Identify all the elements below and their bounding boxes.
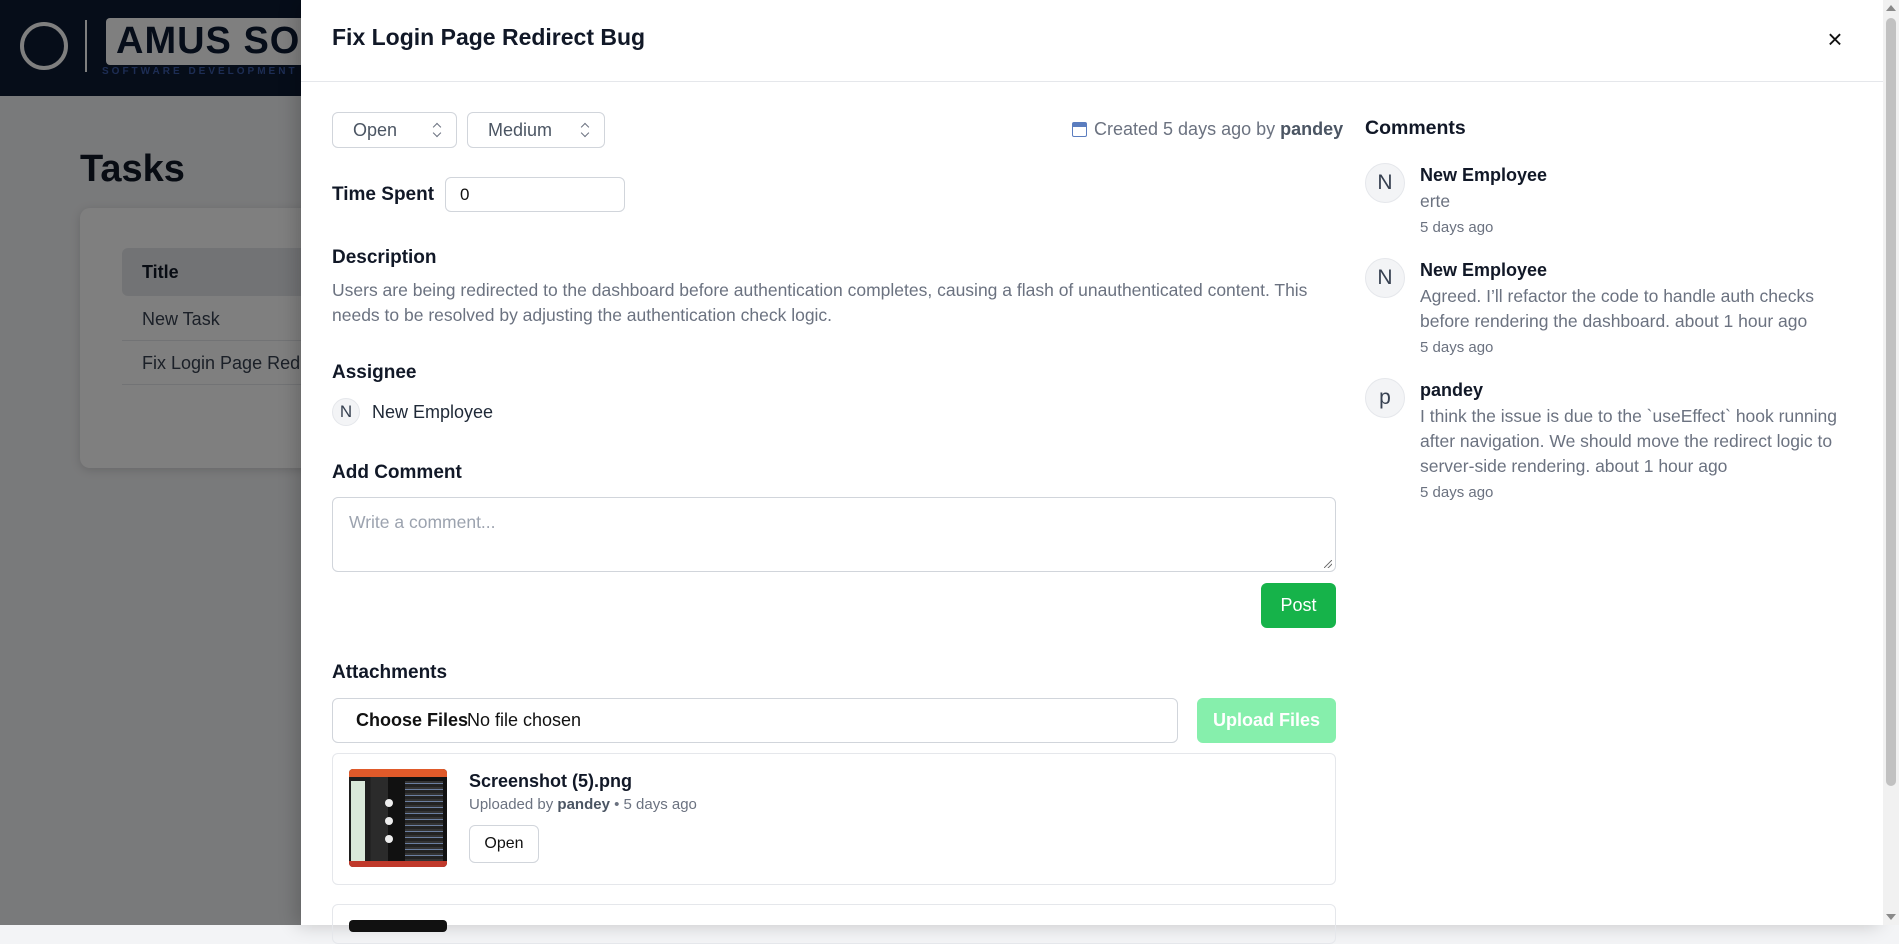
comment-time: 5 days ago (1420, 339, 1494, 356)
drawer-header: Fix Login Page Redirect Bug × (301, 0, 1883, 82)
comment-placeholder: Write a comment... (349, 512, 496, 532)
comment-text: I think the issue is due to the `useEffe… (1420, 406, 1838, 476)
assignee-label: Assignee (332, 362, 417, 383)
scroll-down-icon[interactable] (1886, 914, 1896, 920)
attachment-item (332, 904, 1336, 944)
comment-text: Agreed. I’ll refactor the code to handle… (1420, 286, 1814, 331)
avatar: N (1365, 258, 1405, 298)
scroll-up-icon[interactable] (1886, 5, 1896, 11)
chevron-updown-icon (580, 122, 590, 138)
attachment-thumbnail[interactable] (349, 920, 447, 932)
upload-time: • 5 days ago (614, 796, 697, 813)
file-status: No file chosen (467, 710, 582, 730)
task-detail-drawer: Fix Login Page Redirect Bug × Open Mediu… (301, 0, 1883, 944)
close-icon[interactable]: × (1820, 24, 1850, 54)
time-spent-label: Time Spent (332, 184, 435, 205)
uploaded-by-text: Uploaded by (469, 796, 554, 813)
priority-select[interactable]: Medium (467, 112, 605, 148)
comments-title: Comments (1365, 117, 1466, 139)
upload-files-button[interactable]: Upload Files (1197, 698, 1336, 743)
uploader-name: pandey (557, 796, 610, 813)
created-info: Created 5 days ago by pandey (1072, 119, 1343, 140)
scroll-thumb[interactable] (1886, 18, 1896, 786)
add-comment-label: Add Comment (332, 462, 462, 483)
created-by: pandey (1280, 119, 1344, 139)
status-select[interactable]: Open (332, 112, 457, 148)
open-attachment-button[interactable]: Open (469, 825, 539, 863)
task-title: Fix Login Page Redirect Bug (332, 24, 646, 50)
attachment-meta: Uploaded by pandey • 5 days ago (469, 796, 697, 813)
attachment-thumbnail[interactable] (349, 769, 447, 867)
priority-value: Medium (488, 120, 553, 140)
description-text: Users are being redirected to the dashbo… (332, 280, 1308, 325)
created-text: Created 5 days ago by (1094, 119, 1276, 139)
scrollbar[interactable] (1883, 0, 1899, 925)
resize-handle-icon[interactable] (1324, 560, 1332, 568)
chevron-updown-icon (432, 122, 442, 138)
description-label: Description (332, 247, 437, 268)
file-input[interactable]: Choose Files No file chosen (332, 698, 1178, 743)
comment-textarea[interactable]: Write a comment... (332, 497, 1336, 572)
avatar: N (1365, 163, 1405, 203)
post-button[interactable]: Post (1261, 583, 1336, 628)
attachment-name: Screenshot (5).png (469, 771, 633, 791)
comment-author: pandey (1420, 380, 1484, 400)
status-value: Open (353, 120, 398, 140)
attachments-label: Attachments (332, 662, 448, 683)
choose-files-button[interactable]: Choose Files (356, 699, 468, 742)
comment-text: erte (1420, 191, 1451, 211)
time-spent-input[interactable]: 0 (445, 177, 625, 212)
avatar: N (332, 398, 360, 426)
assignee-name: New Employee (372, 402, 494, 422)
comment-time: 5 days ago (1420, 219, 1494, 236)
calendar-icon (1072, 122, 1087, 137)
comment-author: New Employee (1420, 165, 1548, 185)
comment-time: 5 days ago (1420, 484, 1494, 501)
comment-author: New Employee (1420, 260, 1548, 280)
attachment-item: Screenshot (5).png Uploaded by pandey • … (332, 753, 1336, 885)
avatar: p (1365, 378, 1405, 418)
